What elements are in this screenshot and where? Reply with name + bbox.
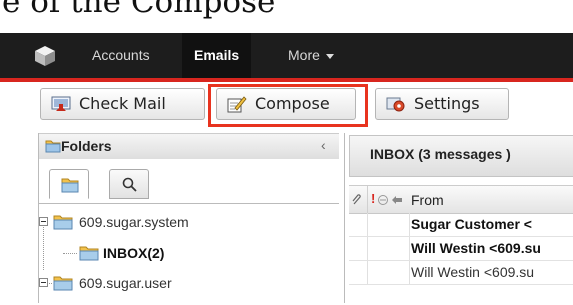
- tab-inbox[interactable]: INBOX (3 messages ): [349, 135, 573, 177]
- chevron-down-icon: [325, 53, 334, 59]
- message-grid-header: ! From: [349, 185, 573, 214]
- priority-icon[interactable]: !: [371, 191, 375, 206]
- folder-icon: [53, 276, 73, 291]
- nav-more-label: More: [288, 47, 320, 63]
- tree-item-inbox[interactable]: INBOX(2): [39, 242, 239, 264]
- message-from: Sugar Customer <: [411, 216, 532, 232]
- tab-search[interactable]: [109, 169, 149, 199]
- col-divider: [409, 213, 410, 236]
- folder-icon: [61, 178, 79, 193]
- col-divider: [367, 237, 368, 260]
- nav-tab-more[interactable]: More: [278, 33, 344, 78]
- folder-tree: 609.sugar.system INBOX(2) 609.sugar.user: [39, 205, 339, 305]
- col-divider: [367, 261, 368, 284]
- settings-label: Settings: [414, 94, 480, 113]
- collapse-toggle-icon[interactable]: [39, 217, 48, 226]
- flag-icon[interactable]: [377, 194, 389, 206]
- tab-folders[interactable]: [49, 169, 89, 199]
- message-from: Will Westin <609.su: [411, 240, 541, 256]
- col-divider: [409, 261, 410, 284]
- chevron-left-icon[interactable]: ‹: [321, 137, 326, 153]
- folder-icon: [53, 215, 73, 230]
- nav-tab-accounts[interactable]: Accounts: [80, 33, 162, 78]
- nav-tab-emails[interactable]: Emails: [182, 33, 252, 78]
- col-divider: [367, 213, 368, 236]
- folder-tabs: [39, 159, 339, 204]
- folders-header: Folders ‹: [39, 133, 339, 160]
- top-navbar: Accounts Emails More: [0, 33, 573, 82]
- inbox-pane: INBOX (3 messages ) ! From Sugar Custome…: [344, 133, 573, 303]
- message-row[interactable]: Sugar Customer <: [349, 213, 573, 237]
- message-row[interactable]: Will Westin <609.su: [349, 237, 573, 261]
- sugar-cube-logo-icon[interactable]: [34, 45, 56, 67]
- tree-item-label: 609.sugar.user: [79, 275, 172, 291]
- col-divider: [409, 237, 410, 260]
- col-divider: [349, 186, 368, 213]
- settings-gear-icon: [386, 97, 405, 112]
- check-mail-button[interactable]: Check Mail: [40, 88, 205, 120]
- col-header-from[interactable]: From: [411, 192, 444, 208]
- settings-button[interactable]: Settings: [375, 88, 509, 120]
- compose-highlight-box: [208, 84, 368, 127]
- check-mail-label: Check Mail: [79, 94, 166, 113]
- document-caption: e of the Compose: [0, 0, 573, 33]
- caption-text: e of the Compose: [2, 0, 276, 20]
- folder-icon: [79, 246, 99, 261]
- message-row[interactable]: Will Westin <609.su: [349, 261, 573, 285]
- message-from: Will Westin <609.su: [411, 264, 535, 280]
- reply-status-icon[interactable]: [391, 194, 403, 206]
- folders-pane: Folders ‹ 609.sugar.system INBOX(2) 609.…: [38, 133, 339, 303]
- folder-icon: [45, 140, 61, 153]
- collapse-toggle-icon[interactable]: [39, 278, 48, 287]
- tree-item-label: 609.sugar.system: [79, 214, 189, 230]
- folders-title: Folders: [61, 138, 112, 154]
- tree-item-system[interactable]: 609.sugar.system: [39, 211, 239, 233]
- check-mail-icon: [51, 96, 71, 111]
- tree-item-user[interactable]: 609.sugar.user: [39, 272, 239, 294]
- search-icon: [122, 177, 137, 192]
- tree-item-label: INBOX(2): [103, 245, 165, 261]
- inbox-title: INBOX (3 messages ): [370, 146, 511, 162]
